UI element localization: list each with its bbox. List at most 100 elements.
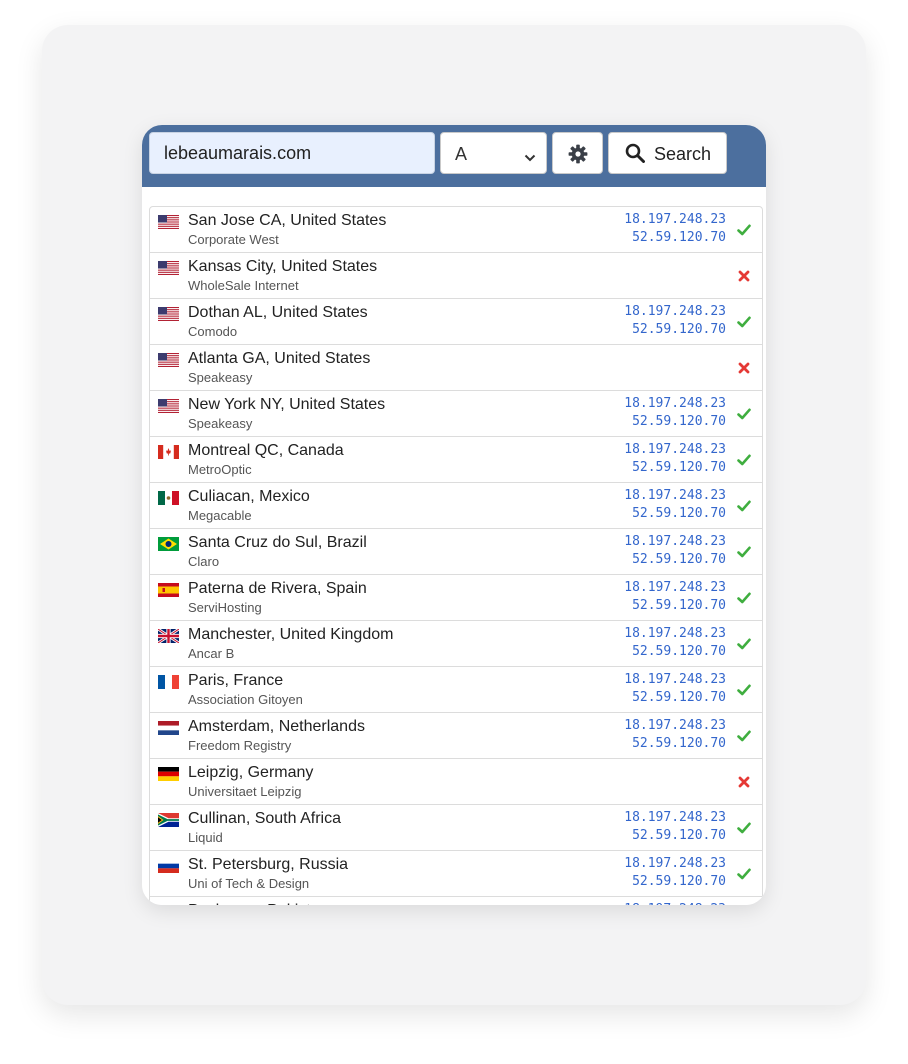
result-row: Dothan AL, United States Comodo 18.197.248…	[150, 299, 762, 345]
domain-input[interactable]	[149, 132, 435, 174]
ip-address[interactable]: 52.59.120.70	[624, 321, 726, 339]
location-label: San Jose CA, United States	[188, 212, 387, 229]
result-row: Montreal QC, Canada MetroOptic 18.197.248.…	[150, 437, 762, 483]
ip-address[interactable]: 18.197.248.23	[624, 855, 726, 873]
flag-br-icon	[158, 537, 179, 551]
ip-address[interactable]: 18.197.248.23	[624, 303, 726, 321]
location-label: Cullinan, South Africa	[188, 810, 341, 827]
isp-label: Speakeasy	[188, 370, 253, 385]
isp-label: Megacable	[188, 508, 252, 523]
search-toolbar: A	[142, 125, 766, 187]
ip-address[interactable]: 18.197.248.23	[624, 487, 726, 505]
ip-address[interactable]: 52.59.120.70	[624, 643, 726, 661]
flag-es-icon	[158, 583, 179, 597]
isp-label: Universitaet Leipzig	[188, 784, 302, 799]
ip-address[interactable]: 52.59.120.70	[624, 505, 726, 523]
check-icon	[736, 222, 752, 238]
ip-address[interactable]: 18.197.248.23	[624, 671, 726, 689]
cross-icon	[736, 268, 752, 284]
flag-gb-icon	[158, 629, 179, 643]
flag-ca-icon	[158, 445, 179, 459]
check-icon	[736, 452, 752, 468]
flag-us-icon	[158, 353, 179, 367]
check-icon	[736, 498, 752, 514]
check-icon	[736, 820, 752, 836]
result-row: San Jose CA, United States Corporate West…	[150, 207, 762, 253]
ip-address[interactable]: 18.197.248.23	[624, 809, 726, 827]
location-label: Peshawar, Pakistan	[188, 902, 329, 905]
ip-address[interactable]: 52.59.120.70	[624, 827, 726, 845]
check-icon	[736, 682, 752, 698]
location-label: Santa Cruz do Sul, Brazil	[188, 534, 367, 551]
flag-fr-icon	[158, 675, 179, 689]
ip-address[interactable]: 18.197.248.23	[624, 717, 726, 735]
settings-button[interactable]	[552, 132, 603, 174]
result-row: Cullinan, South Africa Liquid 18.197.248.2…	[150, 805, 762, 851]
isp-label: MetroOptic	[188, 462, 252, 477]
ip-address-list: 18.197.248.2352.59.120.70	[624, 809, 726, 845]
result-row: Manchester, United Kingdom Ancar B 18.197.…	[150, 621, 762, 667]
check-icon	[736, 728, 752, 744]
ip-address-list: 18.197.248.2352.59.120.70	[624, 579, 726, 615]
ip-address[interactable]: 18.197.248.23	[624, 441, 726, 459]
flag-us-icon	[158, 215, 179, 229]
check-icon	[736, 866, 752, 882]
check-icon	[736, 406, 752, 422]
ip-address[interactable]: 18.197.248.23	[624, 211, 726, 229]
ip-address-list: 18.197.248.2352.59.120.70	[624, 211, 726, 247]
location-label: New York NY, United States	[188, 396, 386, 413]
location-label: Paterna de Rivera, Spain	[188, 580, 367, 597]
ip-address[interactable]: 18.197.248.23	[624, 533, 726, 551]
result-row: Atlanta GA, United States Speakeasy	[150, 345, 762, 391]
ip-address[interactable]: 52.59.120.70	[624, 689, 726, 707]
isp-label: ServiHosting	[188, 600, 262, 615]
flag-de-icon	[158, 767, 179, 781]
ip-address[interactable]: 18.197.248.23	[624, 395, 726, 413]
check-icon	[736, 314, 752, 330]
ip-address[interactable]: 52.59.120.70	[624, 551, 726, 569]
ip-address[interactable]: 52.59.120.70	[624, 597, 726, 615]
isp-label: Uni of Tech & Design	[188, 876, 310, 891]
record-type-select[interactable]: A	[440, 132, 547, 174]
isp-label: Corporate West	[188, 232, 279, 247]
ip-address-list: 18.197.248.2352.59.120.70	[624, 395, 726, 431]
ip-address[interactable]: 18.197.248.23	[624, 625, 726, 643]
ip-address[interactable]: 18.197.248.23	[624, 901, 726, 905]
ip-address[interactable]: 52.59.120.70	[624, 413, 726, 431]
flag-us-icon	[158, 307, 179, 321]
result-row: Kansas City, United States WholeSale Inte…	[150, 253, 762, 299]
result-row: Santa Cruz do Sul, Brazil Claro 18.197.248…	[150, 529, 762, 575]
result-row: Leipzig, Germany Universitaet Leipzig	[150, 759, 762, 805]
result-row: Peshawar, Pakistan 18.197.248.2352.59.120…	[150, 897, 762, 905]
ip-address[interactable]: 52.59.120.70	[624, 229, 726, 247]
ip-address[interactable]: 18.197.248.23	[624, 579, 726, 597]
location-label: St. Petersburg, Russia	[188, 856, 349, 873]
search-button-label: Search	[654, 144, 712, 164]
flag-ru-icon	[158, 859, 179, 873]
flag-mx-icon	[158, 491, 179, 505]
ip-address-list: 18.197.248.2352.59.120.70	[624, 441, 726, 477]
ip-address-list: 18.197.248.2352.59.120.70	[624, 625, 726, 661]
ip-address[interactable]: 52.59.120.70	[624, 735, 726, 753]
search-button[interactable]: Search	[608, 132, 727, 174]
result-row: St. Petersburg, Russia Uni of Tech & Desi…	[150, 851, 762, 897]
search-icon	[625, 143, 645, 163]
isp-label: Association Gitoyen	[188, 692, 303, 707]
flag-us-icon	[158, 399, 179, 413]
isp-label: Comodo	[188, 324, 238, 339]
check-icon	[736, 590, 752, 606]
flag-nl-icon	[158, 721, 179, 735]
cross-icon	[736, 360, 752, 376]
location-label: Atlanta GA, United States	[188, 350, 371, 367]
ip-address-list: 18.197.248.2352.59.120.70	[624, 901, 726, 905]
location-label: Kansas City, United States	[188, 258, 378, 275]
check-icon	[736, 544, 752, 560]
ip-address[interactable]: 52.59.120.70	[624, 873, 726, 891]
chevron-down-icon	[524, 147, 536, 168]
ip-address-list: 18.197.248.2352.59.120.70	[624, 671, 726, 707]
result-row: Paris, France Association Gitoyen 18.197.2…	[150, 667, 762, 713]
ip-address[interactable]: 52.59.120.70	[624, 459, 726, 477]
isp-label: Speakeasy	[188, 416, 253, 431]
isp-label: WholeSale Internet	[188, 278, 299, 293]
results-list: San Jose CA, United States Corporate West…	[149, 206, 763, 905]
